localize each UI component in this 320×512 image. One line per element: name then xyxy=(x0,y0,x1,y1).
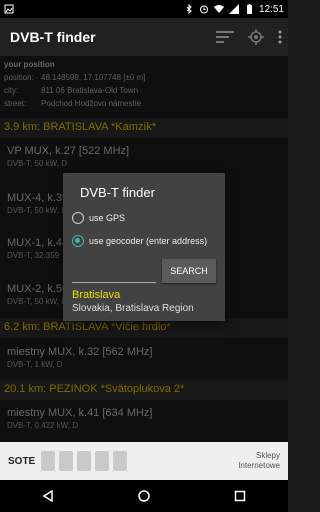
ad-product-images xyxy=(41,448,151,474)
back-icon[interactable] xyxy=(42,490,54,502)
bluetooth-icon xyxy=(186,4,192,14)
sort-icon[interactable] xyxy=(216,30,234,44)
recents-icon[interactable] xyxy=(234,490,246,502)
image-notification-icon xyxy=(4,4,14,14)
battery-icon xyxy=(246,4,252,14)
alarm-icon xyxy=(199,5,208,14)
location-dialog: DVB-T finder use GPS use geocoder (enter… xyxy=(63,173,225,321)
search-button[interactable]: SEARCH xyxy=(162,259,216,283)
geocoder-option[interactable]: use geocoder (enter address) xyxy=(72,231,216,251)
address-input[interactable] xyxy=(72,263,156,283)
address-row: SEARCH xyxy=(72,259,216,283)
signal-icon xyxy=(228,4,239,14)
dialog-title: DVB-T finder xyxy=(80,185,155,200)
ad-brand: SOTE xyxy=(8,455,36,467)
ad-text: Sklepy Internetowe xyxy=(238,451,280,470)
gps-option[interactable]: use GPS xyxy=(72,208,216,228)
home-icon[interactable] xyxy=(138,490,150,502)
overflow-menu-icon[interactable] xyxy=(278,30,282,44)
geocoder-radio[interactable] xyxy=(72,235,84,247)
geocoder-result-region[interactable]: Slovakia, Bratislava Region xyxy=(72,303,216,314)
geocoder-option-label: use geocoder (enter address) xyxy=(89,236,208,246)
navigation-bar xyxy=(0,480,288,512)
app-title: DVB-T finder xyxy=(10,29,96,45)
gps-option-label: use GPS xyxy=(89,213,126,223)
status-bar: 12:51 xyxy=(0,0,288,18)
location-icon[interactable] xyxy=(248,29,264,45)
app-bar: DVB-T finder xyxy=(0,18,288,56)
geocoder-result-name[interactable]: Bratislava xyxy=(72,289,216,301)
gps-radio[interactable] xyxy=(72,212,84,224)
ad-banner[interactable]: SOTE Sklepy Internetowe xyxy=(0,442,288,480)
status-time: 12:51 xyxy=(258,3,284,15)
wifi-icon xyxy=(213,5,224,13)
